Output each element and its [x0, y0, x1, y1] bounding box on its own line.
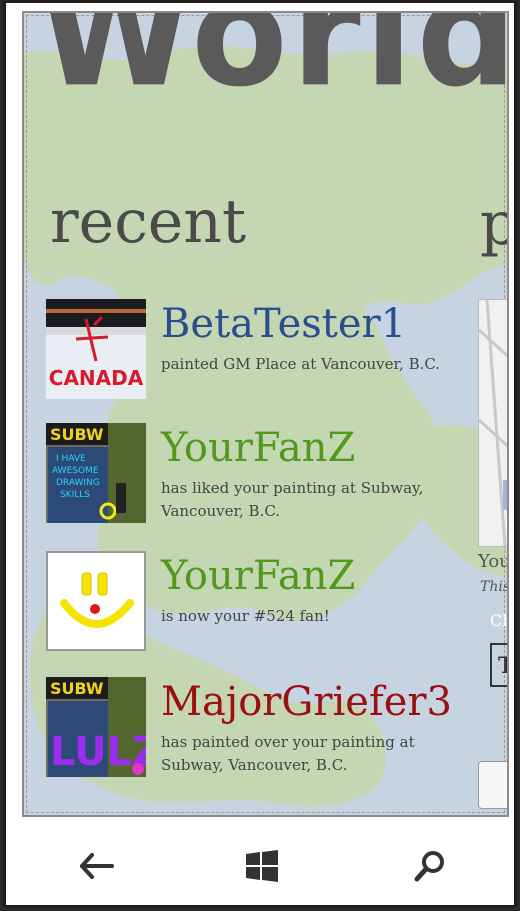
side-this-label: This — [480, 579, 509, 595]
svg-text:SUBW: SUBW — [50, 679, 104, 698]
feed-description: is now your #524 fan! — [161, 607, 330, 625]
smiley-face-thumbnail[interactable] — [46, 551, 146, 651]
subway-lulz-thumbnail[interactable]: SUBW LULZ — [46, 677, 146, 777]
feed-username[interactable]: YourFanZ — [161, 425, 355, 471]
svg-text:CANADA: CANADA — [49, 366, 144, 390]
feed-description: has painted over your painting at Subway… — [161, 733, 415, 774]
svg-text:AWESOME: AWESOME — [52, 466, 99, 476]
app-title: World P — [38, 11, 509, 121]
subway-storefront-thumbnail[interactable]: SUBW I HAVE AWESOME DRAWING SKILLS — [46, 423, 146, 523]
windows-icon — [244, 850, 280, 886]
phone-frame: World P recent p CANADA BetaTester1 pain… — [3, 0, 517, 908]
search-button[interactable] — [400, 843, 460, 893]
feed-username[interactable]: MajorGriefer3 — [161, 679, 452, 725]
feed-description: painted GM Place at Vancouver, B.C. — [161, 355, 441, 373]
hockey-rink-thumbnail[interactable]: CANADA — [46, 299, 146, 399]
search-icon — [413, 849, 447, 887]
side-panel-card[interactable] — [478, 761, 507, 809]
system-navigation-bar — [6, 821, 520, 911]
feed-item[interactable]: CANADA BetaTester1 painted GM Place at V… — [46, 299, 476, 401]
feed-username[interactable]: BetaTester1 — [161, 301, 406, 347]
map-preview[interactable] — [478, 299, 507, 547]
feed-description: has liked your painting at Subway, Vanco… — [161, 479, 424, 520]
svg-text:SKILLS: SKILLS — [60, 490, 90, 500]
side-you-label: You — [478, 551, 509, 572]
feed-username[interactable]: YourFanZ — [161, 553, 355, 599]
side-ch-label: Ch — [490, 611, 507, 630]
svg-text:SUBW: SUBW — [50, 425, 104, 444]
side-panel-button[interactable]: T — [490, 643, 507, 687]
app-panorama: World P recent p CANADA BetaTester1 pain… — [22, 11, 509, 817]
feed-item[interactable]: YourFanZ is now your #524 fan! — [46, 551, 476, 653]
back-icon — [76, 851, 116, 885]
svg-text:I HAVE: I HAVE — [56, 454, 86, 464]
section-header-next-partial: p — [480, 189, 507, 259]
svg-text:LULZ: LULZ — [50, 729, 146, 775]
feed-item[interactable]: SUBW LULZ MajorGriefer3 has painted over… — [46, 677, 476, 779]
svg-text:DRAWING: DRAWING — [56, 478, 100, 488]
feed-item[interactable]: SUBW I HAVE AWESOME DRAWING SKILLS YourF… — [46, 423, 476, 525]
start-button[interactable] — [232, 843, 292, 893]
back-button[interactable] — [66, 843, 126, 893]
section-header-recent: recent — [50, 187, 247, 257]
